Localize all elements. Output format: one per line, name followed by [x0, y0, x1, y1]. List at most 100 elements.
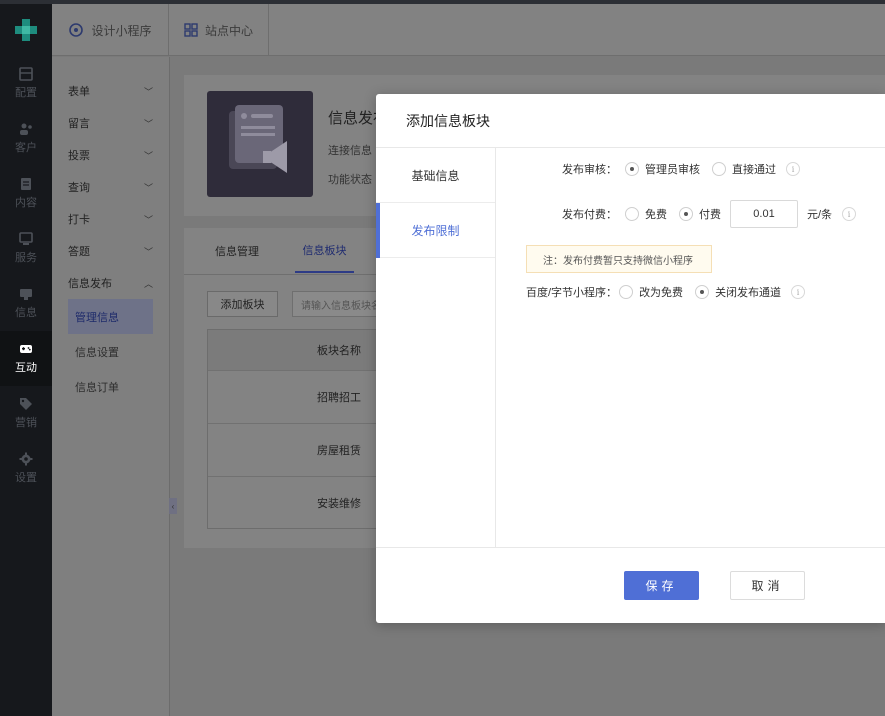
sidebar-group-label: 打卡: [68, 214, 90, 226]
tab-info-blocks[interactable]: 信息板块: [295, 228, 354, 273]
logo-icon: [15, 19, 37, 41]
fee-notice: 注：发布付费暂只支持微信小程序: [526, 245, 712, 273]
rail-label: 配置: [15, 87, 37, 99]
review-row: 发布审核： 管理员审核 直接通过 i: [562, 161, 800, 177]
app-logo[interactable]: [0, 4, 52, 56]
chevron-down-icon: ﹀: [143, 150, 153, 161]
sidebar-group-vote[interactable]: 投票 ﹀: [52, 139, 169, 171]
sidebar-group-label: 信息发布: [68, 278, 112, 290]
table-header-block-name: 板块名称: [208, 330, 386, 370]
info-icon: [20, 289, 32, 300]
feature-thumbnail: [207, 91, 313, 197]
top-header: 设计小程序 站点中心: [52, 4, 885, 56]
sidebar-group-form[interactable]: 表单 ﹀: [52, 75, 169, 107]
rail-item-service[interactable]: 服务: [0, 221, 52, 276]
rail-item-interact[interactable]: 互动: [0, 331, 52, 386]
fee-unit: 元/条: [807, 209, 833, 221]
add-block-button[interactable]: 添加板块: [207, 291, 278, 317]
rail-item-settings[interactable]: 设置: [0, 441, 52, 496]
sidebar-item-manage-info[interactable]: 管理信息: [68, 299, 153, 334]
customer-icon: [20, 123, 32, 135]
save-button[interactable]: 保存: [624, 571, 699, 600]
radio-paid[interactable]: 付费: [679, 206, 721, 222]
tab-site-center[interactable]: 站点中心: [169, 4, 269, 56]
radio-close-channel[interactable]: 关闭发布通道: [695, 284, 781, 300]
tab-label: 站点中心: [204, 23, 253, 38]
review-info-icon[interactable]: i: [786, 162, 800, 176]
add-block-dialog: 添加信息板块 基础信息 发布限制 发布审核： 管理员审核 直接通过 i 发布付费…: [376, 94, 885, 623]
baidu-label: 百度/字节小程序：: [526, 287, 618, 299]
radio-free[interactable]: 免费: [625, 206, 667, 222]
radio-dot: [712, 162, 726, 176]
sidebar-group-label: 留言: [68, 118, 90, 130]
cancel-button[interactable]: 取消: [730, 571, 805, 600]
radio-label: 关闭发布通道: [715, 287, 782, 299]
radio-dot-selected: [625, 162, 639, 176]
tab-basic-info[interactable]: 基础信息: [376, 148, 495, 203]
table-row[interactable]: 安装维修: [208, 476, 386, 529]
chevron-down-icon: ﹀: [143, 246, 153, 257]
content-icon: [21, 178, 31, 190]
chevron-down-icon: ﹀: [143, 118, 153, 129]
chevron-left-icon: ‹: [171, 501, 175, 511]
sidebar-item-info-orders[interactable]: 信息订单: [68, 369, 153, 404]
sidebar-group-label: 答题: [68, 246, 90, 258]
table-row[interactable]: 招聘招工: [208, 370, 386, 423]
radio-admin-review[interactable]: 管理员审核: [625, 161, 700, 177]
rail-label: 内容: [15, 197, 37, 209]
feature-status-line: 功能状态: [328, 174, 372, 186]
config-icon: [19, 67, 33, 81]
rail-item-marketing[interactable]: 营销: [0, 386, 52, 441]
sidebar-group-query[interactable]: 查询 ﹀: [52, 171, 169, 203]
rail-item-info[interactable]: 信息: [0, 276, 52, 331]
radio-label: 改为免费: [639, 287, 684, 299]
radio-dot-selected: [679, 207, 693, 221]
chevron-down-icon: ﹀: [143, 182, 153, 193]
tab-design-miniprogram[interactable]: 设计小程序: [52, 4, 169, 56]
chevron-up-icon: ︿: [143, 278, 153, 289]
sidebar-group-message[interactable]: 留言 ﹀: [52, 107, 169, 139]
table-row[interactable]: 房屋租赁: [208, 423, 386, 476]
tag-icon: [20, 398, 32, 410]
radio-direct-pass[interactable]: 直接通过: [712, 161, 776, 177]
tab-publish-limits[interactable]: 发布限制: [376, 203, 495, 258]
block-search-input[interactable]: 请输入信息板块名: [292, 291, 382, 317]
baidu-row: 百度/字节小程序： 改为免费 关闭发布通道 i: [526, 284, 806, 300]
rail-item-config[interactable]: 配置: [0, 56, 52, 111]
sidebar-group-label: 查询: [68, 182, 90, 194]
sidebar-group-info-publish[interactable]: 信息发布 ︿: [52, 267, 169, 299]
dialog-title: 添加信息板块: [376, 94, 885, 148]
sidebar-group-checkin[interactable]: 打卡 ﹀: [52, 203, 169, 235]
dialog-footer: 保存 取消: [376, 547, 885, 623]
radio-label: 直接通过: [732, 164, 776, 176]
app-rail: 配置 客户 内容 服务 信息 互动 营销 设置: [0, 4, 52, 716]
tab-info-management[interactable]: 信息管理: [215, 228, 259, 273]
service-icon: [19, 232, 33, 245]
rail-item-customer[interactable]: 客户: [0, 111, 52, 166]
fee-amount-input[interactable]: 0.01: [730, 200, 798, 228]
rail-label: 客户: [15, 142, 37, 154]
sidebar-item-info-settings[interactable]: 信息设置: [68, 334, 153, 369]
baidu-info-icon[interactable]: i: [791, 285, 806, 299]
rail-item-content[interactable]: 内容: [0, 166, 52, 221]
review-label: 发布审核：: [562, 164, 617, 176]
sidebar-collapse-handle[interactable]: ‹: [169, 498, 177, 514]
tab-label: 设计小程序: [91, 23, 152, 38]
fee-label: 发布付费：: [562, 209, 617, 221]
rail-label: 营销: [15, 417, 37, 429]
rail-label: 互动: [15, 362, 37, 374]
radio-dot-selected: [695, 285, 710, 299]
dialog-side-tabs: 基础信息 发布限制: [376, 148, 496, 547]
rail-label: 服务: [15, 252, 37, 264]
fee-info-icon[interactable]: i: [842, 207, 857, 221]
sidebar-group-quiz[interactable]: 答题 ﹀: [52, 235, 169, 267]
document-megaphone-icon: [229, 105, 287, 173]
radio-change-free[interactable]: 改为免费: [619, 284, 683, 300]
rail-label: 信息: [15, 307, 37, 319]
chevron-down-icon: ﹀: [143, 86, 153, 97]
radio-label: 付费: [699, 209, 721, 221]
sub-sidebar: 表单 ﹀ 留言 ﹀ 投票 ﹀ 查询 ﹀ 打卡 ﹀ 答题 ﹀ 信息发布 ︿ 管理信息 信息设置 …: [52, 57, 170, 716]
rail-label: 设置: [15, 472, 37, 484]
blocks-table: 板块名称 招聘招工 房屋租赁 安装维修: [207, 329, 387, 529]
radio-dot: [625, 207, 639, 221]
